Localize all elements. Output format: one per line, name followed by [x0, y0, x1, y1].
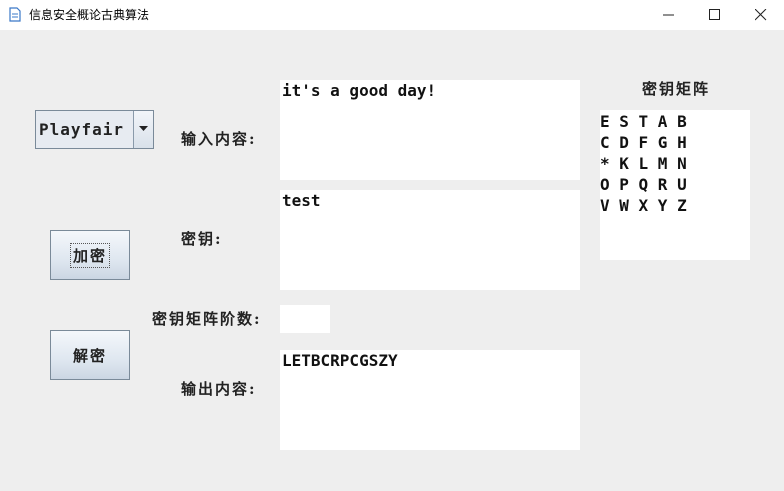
key-matrix-row: V W X Y Z	[600, 196, 687, 215]
output-textarea[interactable]: LETBCRPCGSZY	[280, 350, 580, 450]
key-textarea[interactable]: test	[280, 190, 580, 290]
key-matrix-row: C D F G H	[600, 133, 687, 152]
output-label: 输出内容:	[181, 380, 257, 398]
key-matrix-title: 密钥矩阵	[642, 80, 711, 98]
decrypt-button-label: 解密	[72, 346, 107, 365]
close-icon	[755, 9, 767, 21]
close-button[interactable]	[738, 0, 784, 30]
maximize-button[interactable]	[692, 0, 738, 30]
window-title: 信息安全概论古典算法	[29, 8, 150, 22]
algorithm-select-toggle[interactable]	[133, 111, 153, 148]
matrix-order-label: 密钥矩阵阶数:	[152, 310, 262, 328]
maximize-icon	[709, 9, 720, 20]
document-icon	[9, 7, 21, 22]
encrypt-button-label: 加密	[69, 242, 110, 268]
decrypt-button[interactable]: 解密	[50, 330, 130, 380]
key-matrix-row: O P Q R U	[600, 175, 687, 194]
key-matrix-panel: E S T A B C D F G H * K L M N O P Q R U …	[600, 110, 750, 260]
key-matrix-row: * K L M N	[600, 154, 687, 173]
title-bar: 信息安全概论古典算法	[0, 0, 784, 30]
input-label: 输入内容:	[181, 130, 257, 148]
encrypt-button[interactable]: 加密	[50, 230, 130, 280]
algorithm-select-value: Playfair	[39, 120, 125, 139]
key-matrix-row: E S T A B	[600, 112, 687, 131]
input-textarea[interactable]: it's a good day!	[280, 80, 580, 180]
chevron-down-icon	[139, 126, 148, 131]
minimize-icon	[663, 14, 674, 16]
minimize-button[interactable]	[646, 0, 692, 30]
algorithm-select[interactable]: Playfair	[35, 110, 154, 149]
matrix-order-input[interactable]	[280, 305, 330, 333]
key-label: 密钥:	[181, 230, 223, 248]
